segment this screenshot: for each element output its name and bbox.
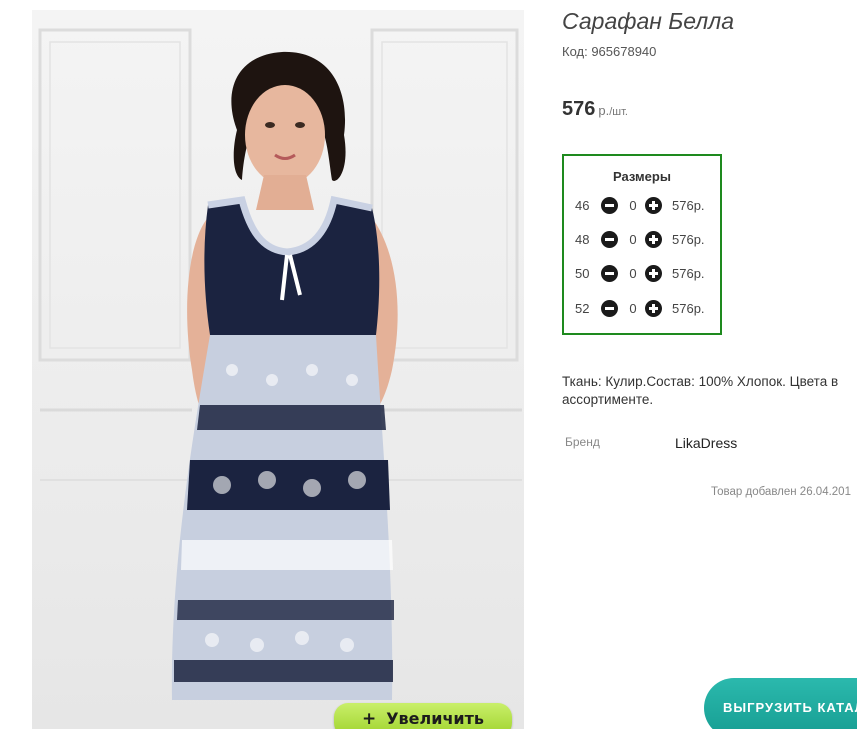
product-photo[interactable] <box>32 10 524 729</box>
plus-icon: + <box>361 709 377 729</box>
minus-circle-icon[interactable] <box>601 231 618 248</box>
plus-circle-icon[interactable] <box>645 265 662 282</box>
size-row-50: 50 0 576р. <box>575 264 715 284</box>
product-code: Код: 965678940 <box>562 44 657 59</box>
product-description: Ткань: Кулир.Состав: 100% Хлопок. Цвета … <box>562 374 839 407</box>
price-per-unit: /шт. <box>609 106 628 118</box>
size-label: 52 <box>575 301 590 316</box>
size-label: 46 <box>575 198 590 213</box>
size-price: 576р. <box>672 301 705 316</box>
quantity-value: 0 <box>629 301 637 316</box>
size-row-46: 46 0 576р. <box>575 196 715 216</box>
export-catalog-button[interactable]: ВЫГРУЗИТЬ КАТАЛ <box>704 678 857 729</box>
minus-circle-icon[interactable] <box>601 265 618 282</box>
quantity-value: 0 <box>629 266 637 281</box>
size-row-52: 52 0 576р. <box>575 299 715 319</box>
size-price: 576р. <box>672 198 705 213</box>
size-price: 576р. <box>672 232 705 247</box>
price-currency-text: р. <box>598 103 610 118</box>
sizes-title: Размеры <box>613 169 671 184</box>
zoom-label: Увеличить <box>386 709 485 728</box>
minus-circle-icon[interactable] <box>601 300 618 317</box>
price-value: 576 <box>562 98 596 120</box>
quantity-value: 0 <box>629 232 637 247</box>
price-currency: р./шт. <box>598 103 628 118</box>
brand-value: LikaDress <box>675 435 738 451</box>
plus-circle-icon[interactable] <box>645 231 662 248</box>
plus-circle-icon[interactable] <box>645 300 662 317</box>
quantity-value: 0 <box>629 198 637 213</box>
size-label: 48 <box>575 232 590 247</box>
size-price: 576р. <box>672 266 705 281</box>
zoom-button[interactable]: + Увеличить <box>334 703 512 729</box>
product-price: 576 р./шт. <box>562 98 628 121</box>
model-illustration <box>38 28 522 700</box>
brand-label: Бренд <box>565 435 600 449</box>
plus-circle-icon[interactable] <box>645 197 662 214</box>
product-title: Сарафан Белла <box>562 8 735 34</box>
size-row-48: 48 0 576р. <box>575 230 715 250</box>
product-page: + Увеличить Сарафан Белла Код: 965678940… <box>0 0 857 729</box>
sizes-panel: Размеры 46 0 576р. 48 0 576р. 50 0 576р.… <box>562 154 722 335</box>
added-date: Товар добавлен 26.04.201 <box>711 486 851 498</box>
minus-circle-icon[interactable] <box>601 197 618 214</box>
size-label: 50 <box>575 266 590 281</box>
